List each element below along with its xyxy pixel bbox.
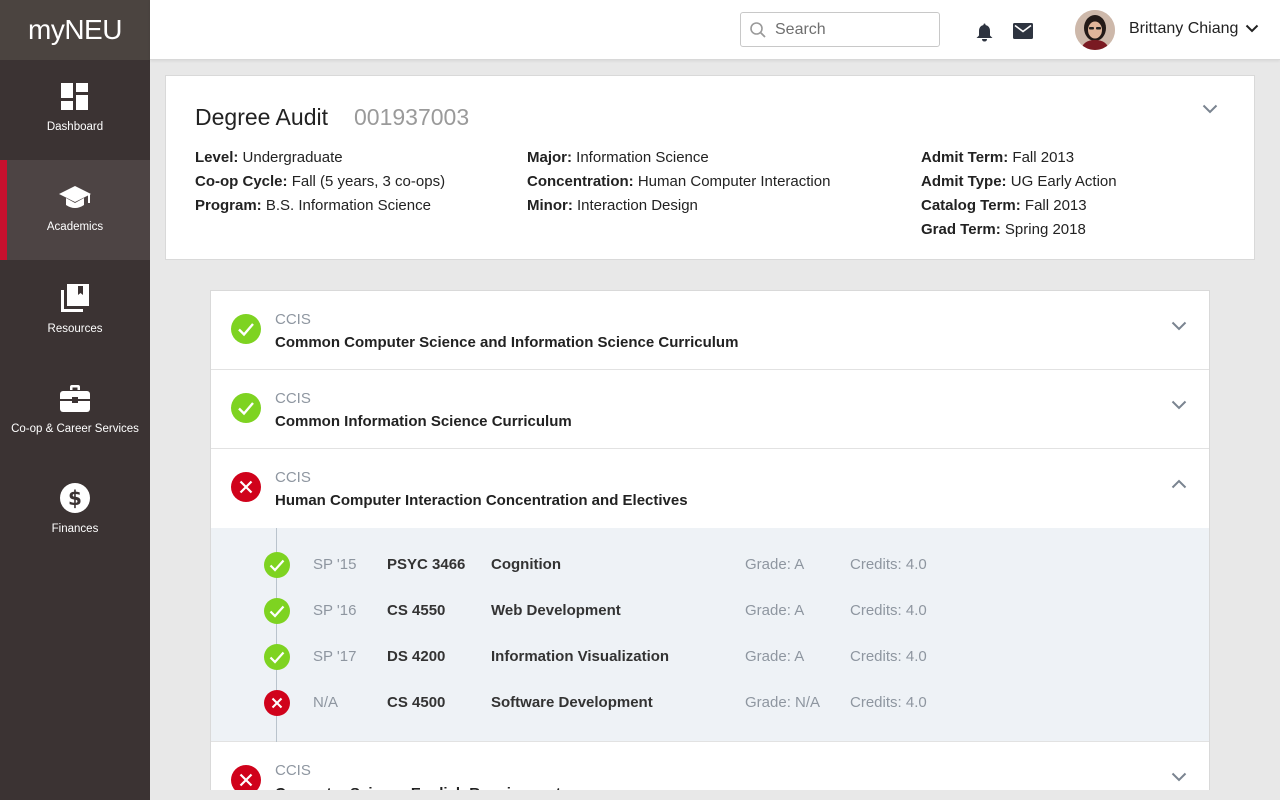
search-input[interactable]	[775, 20, 925, 39]
course-row[interactable]: SP '16 CS 4550 Web Development Grade: A …	[211, 596, 1209, 626]
chevron-up-icon[interactable]	[1171, 479, 1187, 489]
audit-info-column: Admit Term: Fall 2013 Admit Type: UG Ear…	[921, 146, 1117, 242]
requirement-college: CCIS	[275, 390, 311, 407]
notifications-bell-icon[interactable]	[975, 22, 994, 42]
info-catalog-term: Catalog Term: Fall 2013	[921, 197, 1087, 214]
info-concentration: Concentration: Human Computer Interactio…	[527, 173, 831, 190]
info-program: Program: B.S. Information Science	[195, 197, 431, 214]
top-header: Brittany Chiang	[150, 0, 1280, 60]
sidebar-item-label: Resources	[47, 323, 103, 335]
requirement-row[interactable]: CCIS Common Information Science Curricul…	[211, 370, 1209, 449]
sidebar-item-label: Academics	[46, 221, 104, 233]
course-row[interactable]: N/A CS 4500 Software Development Grade: …	[211, 688, 1209, 718]
audit-info-column: Level: Undergraduate Co-op Cycle: Fall (…	[195, 146, 445, 218]
requirement-title: Common Computer Science and Information …	[275, 334, 739, 351]
course-grade: Grade: N/A	[745, 694, 821, 711]
course-grade: Grade: A	[745, 602, 805, 619]
course-credits: Credits: 4.0	[850, 602, 927, 619]
chevron-down-icon[interactable]	[1171, 400, 1187, 410]
degree-audit-card: Degree Audit 001937003 Level: Undergradu…	[165, 75, 1255, 260]
check-circle-icon	[264, 552, 290, 578]
sidebar-item-resources[interactable]: Resources	[0, 260, 150, 360]
check-circle-icon	[264, 598, 290, 624]
course-term: SP '17	[313, 648, 357, 665]
requirement-college: CCIS	[275, 762, 311, 779]
sidebar-item-dashboard[interactable]: Dashboard	[0, 60, 150, 160]
requirement-row[interactable]: CCIS Common Computer Science and Informa…	[211, 291, 1209, 370]
requirement-title: Human Computer Interaction Concentration…	[275, 492, 688, 509]
course-credits: Credits: 4.0	[850, 556, 927, 573]
course-row[interactable]: SP '17 DS 4200 Information Visualization…	[211, 642, 1209, 672]
chevron-down-icon[interactable]	[1171, 321, 1187, 331]
user-name[interactable]: Brittany Chiang	[1129, 20, 1238, 38]
info-coop-cycle: Co-op Cycle: Fall (5 years, 3 co-ops)	[195, 173, 446, 190]
chevron-down-icon[interactable]	[1171, 772, 1187, 782]
course-row[interactable]: SP '15 PSYC 3466 Cognition Grade: A Cred…	[211, 550, 1209, 580]
course-code: CS 4550	[387, 602, 446, 619]
briefcase-icon	[60, 385, 90, 412]
requirements-panel: CCIS Common Computer Science and Informa…	[210, 290, 1210, 800]
course-code: DS 4200	[387, 648, 446, 665]
x-circle-icon	[231, 472, 261, 502]
chevron-down-icon[interactable]	[1245, 24, 1259, 33]
course-code: CS 4500	[387, 694, 446, 711]
sidebar-item-coop-career[interactable]: Co-op & Career Services	[0, 360, 150, 470]
course-name: Web Development	[491, 602, 621, 619]
check-circle-icon	[231, 314, 261, 344]
requirement-college: CCIS	[275, 311, 311, 328]
course-name: Software Development	[491, 694, 653, 711]
course-grade: Grade: A	[745, 648, 805, 665]
page-bottom-edge	[150, 790, 1280, 800]
page-title: Degree Audit	[195, 104, 328, 130]
dashboard-icon	[61, 83, 88, 110]
audit-info-column: Major: Information Science Concentration…	[527, 146, 830, 218]
requirement-row-expanded[interactable]: CCIS Human Computer Interaction Concentr…	[211, 449, 1209, 528]
info-admit-type: Admit Type: UG Early Action	[921, 173, 1117, 190]
course-credits: Credits: 4.0	[850, 694, 927, 711]
course-code: PSYC 3466	[387, 556, 466, 573]
books-icon	[61, 284, 89, 312]
check-circle-icon	[231, 393, 261, 423]
requirement-title: Common Information Science Curriculum	[275, 413, 572, 430]
dollar-icon: $	[60, 483, 90, 513]
sidebar-item-finances[interactable]: $ Finances	[0, 470, 150, 560]
sidebar-item-label: Dashboard	[46, 121, 104, 133]
requirement-college: CCIS	[275, 469, 311, 486]
course-name: Cognition	[491, 556, 561, 573]
course-list: SP '15 PSYC 3466 Cognition Grade: A Cred…	[211, 528, 1209, 742]
sidebar-item-label: Co-op & Career Services	[11, 423, 139, 435]
course-term: N/A	[313, 694, 339, 711]
course-credits: Credits: 4.0	[850, 648, 927, 665]
brand-logo[interactable]: myNEU	[0, 0, 150, 60]
info-major: Major: Information Science	[527, 149, 709, 166]
info-grad-term: Grad Term: Spring 2018	[921, 221, 1086, 238]
svg-text:$: $	[68, 486, 82, 510]
course-grade: Grade: A	[745, 556, 805, 573]
user-avatar[interactable]	[1075, 10, 1115, 50]
x-circle-icon	[264, 690, 290, 716]
sidebar-item-academics[interactable]: Academics	[0, 160, 150, 260]
info-admit-term: Admit Term: Fall 2013	[921, 149, 1075, 166]
search-box[interactable]	[740, 12, 940, 47]
course-term: SP '16	[313, 602, 357, 619]
avatar-photo	[1075, 10, 1115, 50]
info-level: Level: Undergraduate	[195, 149, 343, 166]
course-name: Information Visualization	[491, 648, 670, 665]
sidebar: myNEU Dashboard Academics Resources Co-o…	[0, 0, 150, 800]
mail-icon[interactable]	[1013, 23, 1033, 39]
chevron-down-icon[interactable]	[1202, 104, 1218, 114]
search-icon	[750, 21, 766, 38]
student-id: 001937003	[354, 104, 470, 130]
info-minor: Minor: Interaction Design	[527, 197, 698, 214]
check-circle-icon	[264, 644, 290, 670]
course-term: SP '15	[313, 556, 357, 573]
graduation-cap-icon	[59, 186, 91, 208]
sidebar-item-label: Finances	[51, 523, 99, 535]
